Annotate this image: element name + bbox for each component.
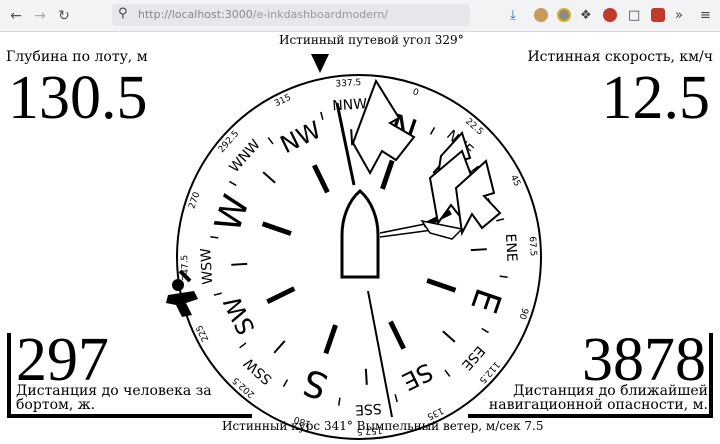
compass-tick	[213, 292, 222, 296]
compass-tick	[267, 137, 274, 145]
hazard-frame	[709, 333, 713, 418]
extension-icon[interactable]	[534, 8, 548, 22]
minor-point-label: ENE	[502, 233, 520, 262]
extension-icon[interactable]: ❖	[580, 6, 592, 26]
intercardinal-label: SW	[218, 292, 260, 339]
depth-label: Глубина по лоту, м	[6, 49, 148, 65]
heading-line-aft	[367, 290, 393, 418]
compass-tick	[282, 379, 289, 387]
compass-tick	[499, 275, 508, 278]
menu-icon[interactable]: ≡	[700, 6, 711, 26]
compass-tick	[426, 278, 457, 293]
boat-icon	[340, 189, 380, 279]
mob-frame	[7, 333, 11, 418]
minor-point-label: WSW	[198, 247, 216, 285]
wind-arrows	[351, 78, 502, 237]
wind-pointer	[379, 219, 464, 240]
compass-tick	[394, 394, 398, 403]
compass-tick	[320, 111, 324, 120]
compass-tick	[429, 127, 436, 135]
dashboard: 0 22.5 45 67.5 90 112.5 135 157.5 180 202.5 225 247…	[0, 33, 720, 444]
degree-label: 0	[411, 87, 420, 98]
degree-label: 337.5	[335, 78, 361, 90]
intercardinal-label: NW	[276, 116, 326, 159]
compass-tick	[210, 236, 219, 239]
minor-point-label: ESE	[458, 342, 488, 373]
cardinal-label: S	[298, 360, 333, 406]
speed-value: 12.5	[601, 64, 711, 132]
depth-value: 130.5	[8, 64, 148, 132]
back-icon[interactable]: ←	[6, 6, 26, 26]
mob-frame	[7, 414, 252, 418]
compass-tick	[266, 286, 296, 304]
shield-icon[interactable]	[651, 8, 665, 22]
compass-tick	[442, 330, 456, 343]
speed-label: Истинная скорость, км/ч	[527, 49, 713, 65]
compass-tick	[273, 340, 286, 354]
degree-label: 22.5	[463, 117, 485, 138]
extension-icon[interactable]	[557, 8, 571, 22]
compass-tick	[380, 159, 395, 190]
degree-label: 112.5	[477, 359, 502, 385]
compass-tick	[444, 369, 451, 377]
compass-tick	[312, 164, 330, 194]
compass-tick	[470, 248, 487, 252]
compass-tick	[388, 320, 406, 350]
extension-icon[interactable]	[603, 8, 617, 22]
compass-tick	[261, 221, 292, 236]
compass-tick	[239, 342, 247, 349]
degree-label: 67.5	[527, 236, 538, 257]
compass-tick	[496, 218, 505, 222]
compass-tick	[338, 397, 341, 406]
compass-tick	[229, 180, 237, 187]
mob-value: 297	[16, 326, 109, 394]
degree-label: 270	[187, 191, 202, 211]
reload-icon[interactable]: ↻	[54, 6, 74, 26]
forward-icon[interactable]: →	[30, 6, 50, 26]
cardinal-label: W	[208, 190, 258, 237]
intercardinal-label: SE	[398, 357, 438, 395]
minor-point-label: SSE	[355, 400, 383, 418]
hazard-frame	[468, 414, 713, 418]
cog-marker	[311, 54, 329, 73]
degree-label: 292.5	[217, 129, 242, 155]
mob-label: Дистанция до человека за бортом, ж.	[16, 383, 212, 413]
degree-label: 45	[508, 174, 522, 189]
compass-tick	[231, 262, 248, 266]
address-bar[interactable]: ⚲ http://localhost:3000/e-inkdashboardmo…	[112, 4, 470, 26]
hazard-label: Дистанция до ближайшей навигационной опас…	[488, 383, 708, 413]
compass-tick	[481, 327, 489, 334]
downloads-icon[interactable]: ⤓	[510, 6, 516, 26]
url-text: http://localhost:3000/e-inkdashboardmode…	[138, 8, 389, 21]
degree-label: 90	[516, 306, 529, 320]
browser-toolbar: ← → ↻ ⚲ http://localhost:3000/e-inkdashb…	[0, 0, 720, 32]
hazard-value: 3878	[582, 326, 706, 394]
overflow-icon[interactable]: »	[675, 6, 683, 26]
puzzle-icon[interactable]: □	[628, 6, 640, 26]
cog-text: Истинный путевой угол 329°	[279, 33, 464, 47]
compass-tick	[323, 324, 338, 355]
cardinal-label: E	[462, 283, 508, 318]
degree-label: 202.5	[231, 375, 257, 400]
search-icon: ⚲	[118, 6, 128, 21]
heading-wind-text: Истинный курс 341° Вымпельный ветер, м/с…	[222, 419, 544, 433]
compass-tick	[364, 368, 368, 385]
compass-tick	[262, 171, 276, 184]
